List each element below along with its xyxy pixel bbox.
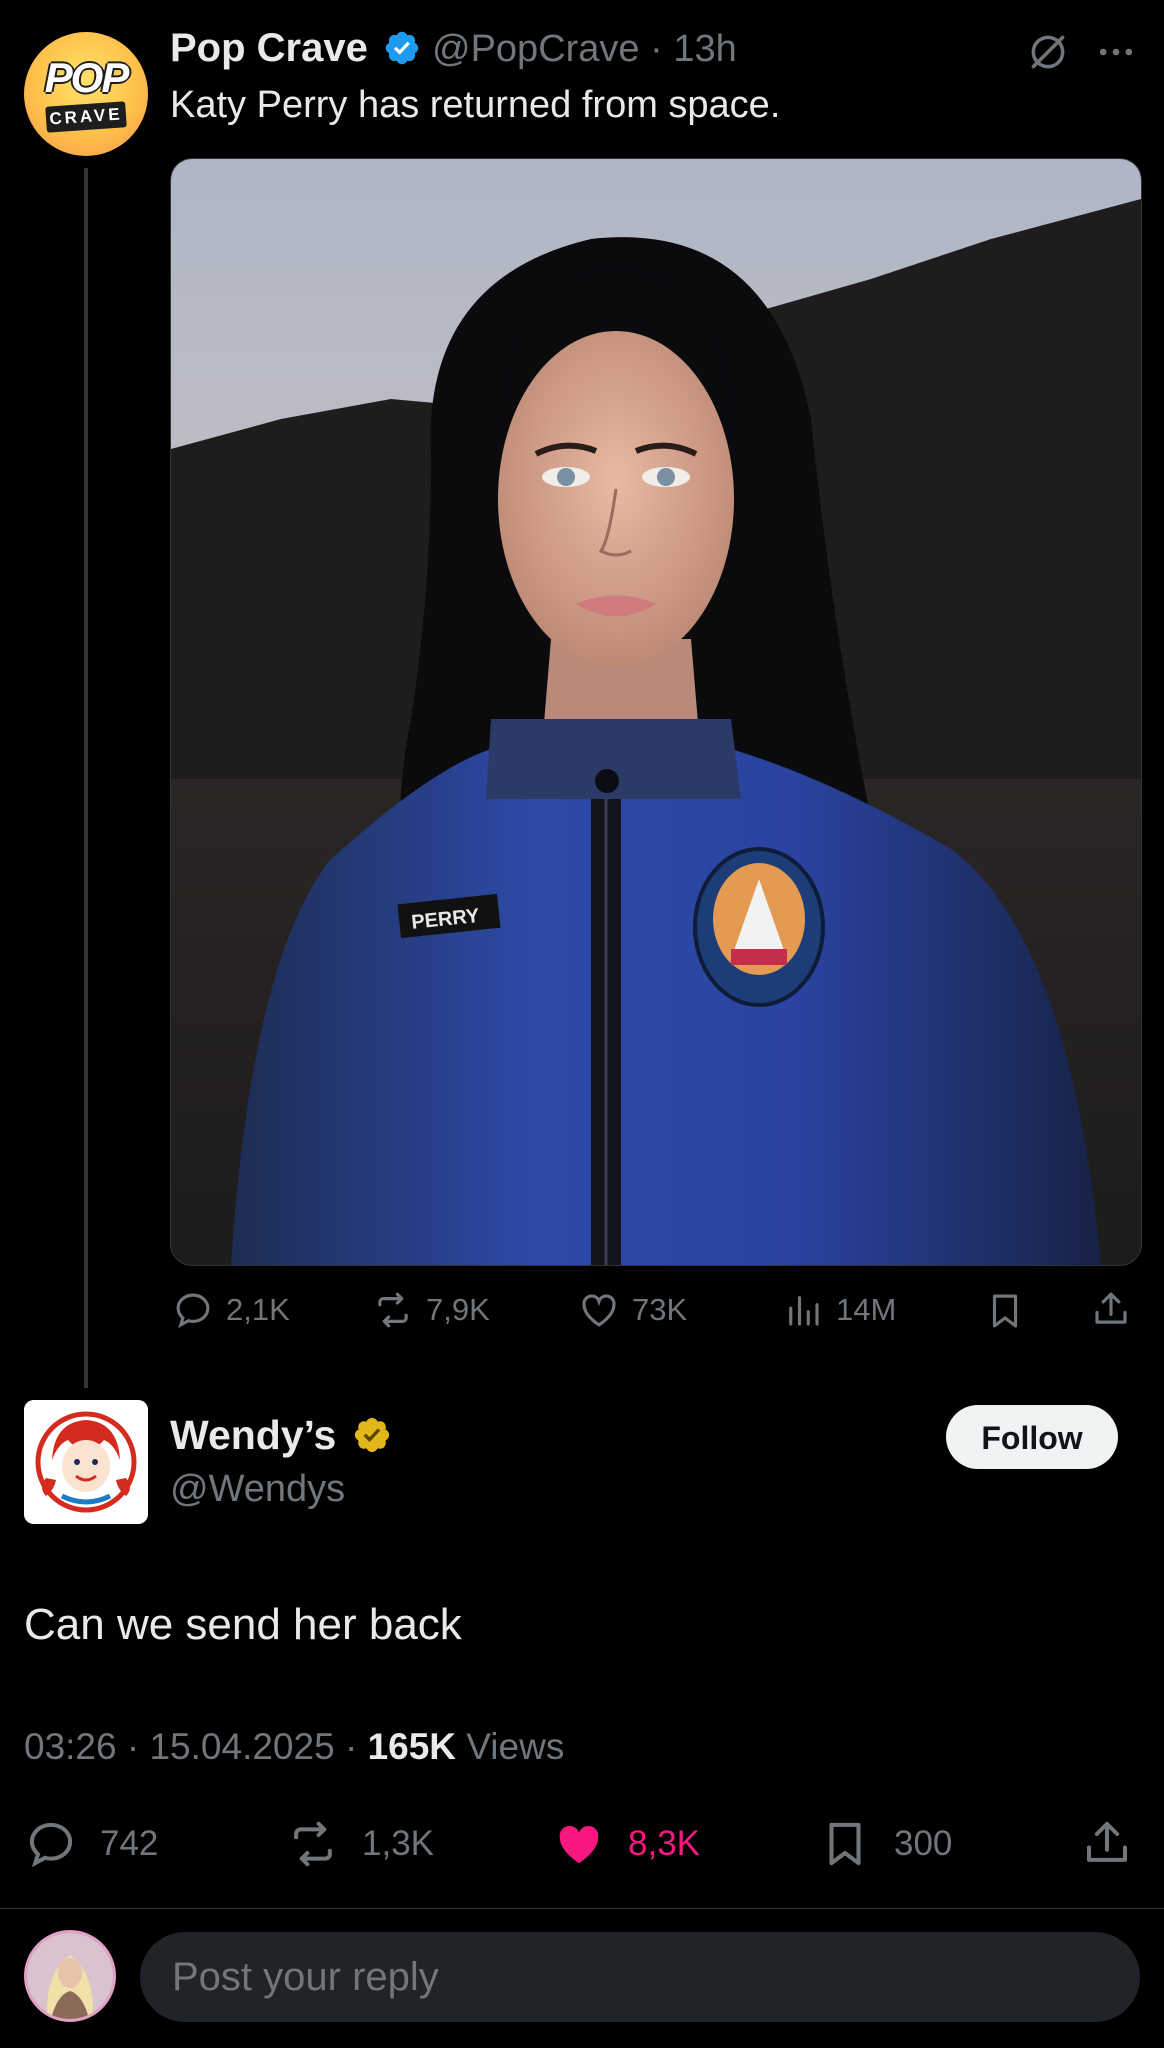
reply-bookmark-count: 300 [894, 1824, 953, 1863]
thread-connector-line [84, 168, 88, 1388]
current-user-avatar[interactable] [24, 1930, 116, 2022]
popcrave-avatar[interactable]: POP CRAVE [24, 32, 148, 156]
wendys-avatar[interactable] [24, 1400, 148, 1524]
parent-reply-count: 2,1K [226, 1292, 290, 1327]
reply-bookmark-button[interactable]: 300 [818, 1816, 952, 1872]
tweet-timestamp-row: 03:26 · 15.04.2025 · 165K Views [24, 1726, 564, 1768]
reply-author-handle[interactable]: @Wendys [170, 1468, 345, 1511]
repost-icon [378, 1292, 408, 1328]
parent-author-name[interactable]: Pop Crave [170, 26, 421, 71]
reply-like-count: 8,3K [628, 1824, 700, 1863]
parent-views-count: 14M [836, 1292, 897, 1327]
timestamp-separator: · [116, 1726, 150, 1767]
reply-repost-button[interactable]: 1,3K [286, 1816, 434, 1872]
bookmark-icon [829, 1822, 861, 1866]
tweet-views-count: 165K [367, 1726, 457, 1767]
reply-input[interactable] [140, 1932, 1140, 2022]
tweet-photo[interactable]: PERRY [170, 158, 1142, 1266]
share-icon[interactable] [1090, 1288, 1132, 1330]
repost-icon [294, 1821, 332, 1867]
reply-icon [29, 1822, 73, 1868]
verified-badge-icon [385, 31, 419, 65]
reply-author-name-text: Wendy’s [170, 1412, 337, 1458]
parent-repost-count: 7,9K [426, 1292, 490, 1327]
reply-like-button[interactable]: 8,3K [552, 1816, 700, 1872]
parent-repost-button[interactable]: 7,9K [372, 1288, 490, 1332]
avatar-logo-bottom: CRAVE [45, 101, 127, 133]
tweet-time[interactable]: 03:26 [24, 1726, 117, 1767]
photo-illustration: PERRY [171, 159, 1141, 1265]
more-icon[interactable] [1094, 30, 1138, 74]
parent-author-handle[interactable]: @PopCrave [432, 28, 640, 70]
wendys-logo [24, 1400, 148, 1524]
reply-reply-count: 742 [100, 1824, 159, 1863]
reply-reply-button[interactable]: 742 [24, 1816, 158, 1872]
verified-gold-badge-icon [354, 1417, 389, 1453]
avatar-logo-top: POP [44, 54, 130, 101]
parent-reply-button[interactable]: 2,1K [172, 1288, 290, 1332]
parent-author-name-text: Pop Crave [170, 26, 368, 70]
grok-icon[interactable] [1026, 30, 1070, 74]
like-filled-icon [559, 1825, 599, 1864]
meta-separator: · [639, 28, 674, 70]
parent-like-count: 73K [632, 1292, 688, 1327]
reply-repost-count: 1,3K [362, 1824, 434, 1863]
follow-button[interactable]: Follow [946, 1405, 1118, 1469]
like-icon [582, 1294, 616, 1327]
reply-tweet-text: Can we send her back [24, 1600, 462, 1649]
parent-like-button[interactable]: 73K [578, 1288, 687, 1332]
tweet-views-label: Views [466, 1726, 565, 1767]
views-icon [789, 1296, 819, 1326]
parent-tweet-text: Katy Perry has returned from space. [170, 84, 781, 126]
parent-meta: @PopCrave · 13h [432, 28, 737, 71]
parent-age[interactable]: 13h [673, 28, 736, 70]
tweet-date[interactable]: 15.04.2025 [149, 1726, 334, 1767]
parent-views-button[interactable]: 14M [782, 1288, 896, 1332]
timestamp-separator: · [334, 1726, 368, 1767]
share-icon[interactable] [1080, 1816, 1134, 1870]
reply-icon [176, 1293, 210, 1329]
avatar-photo [27, 1933, 113, 2019]
composer-divider [0, 1908, 1164, 1909]
bookmark-icon[interactable] [984, 1290, 1026, 1332]
reply-author-name[interactable]: Wendy’s [170, 1412, 392, 1459]
